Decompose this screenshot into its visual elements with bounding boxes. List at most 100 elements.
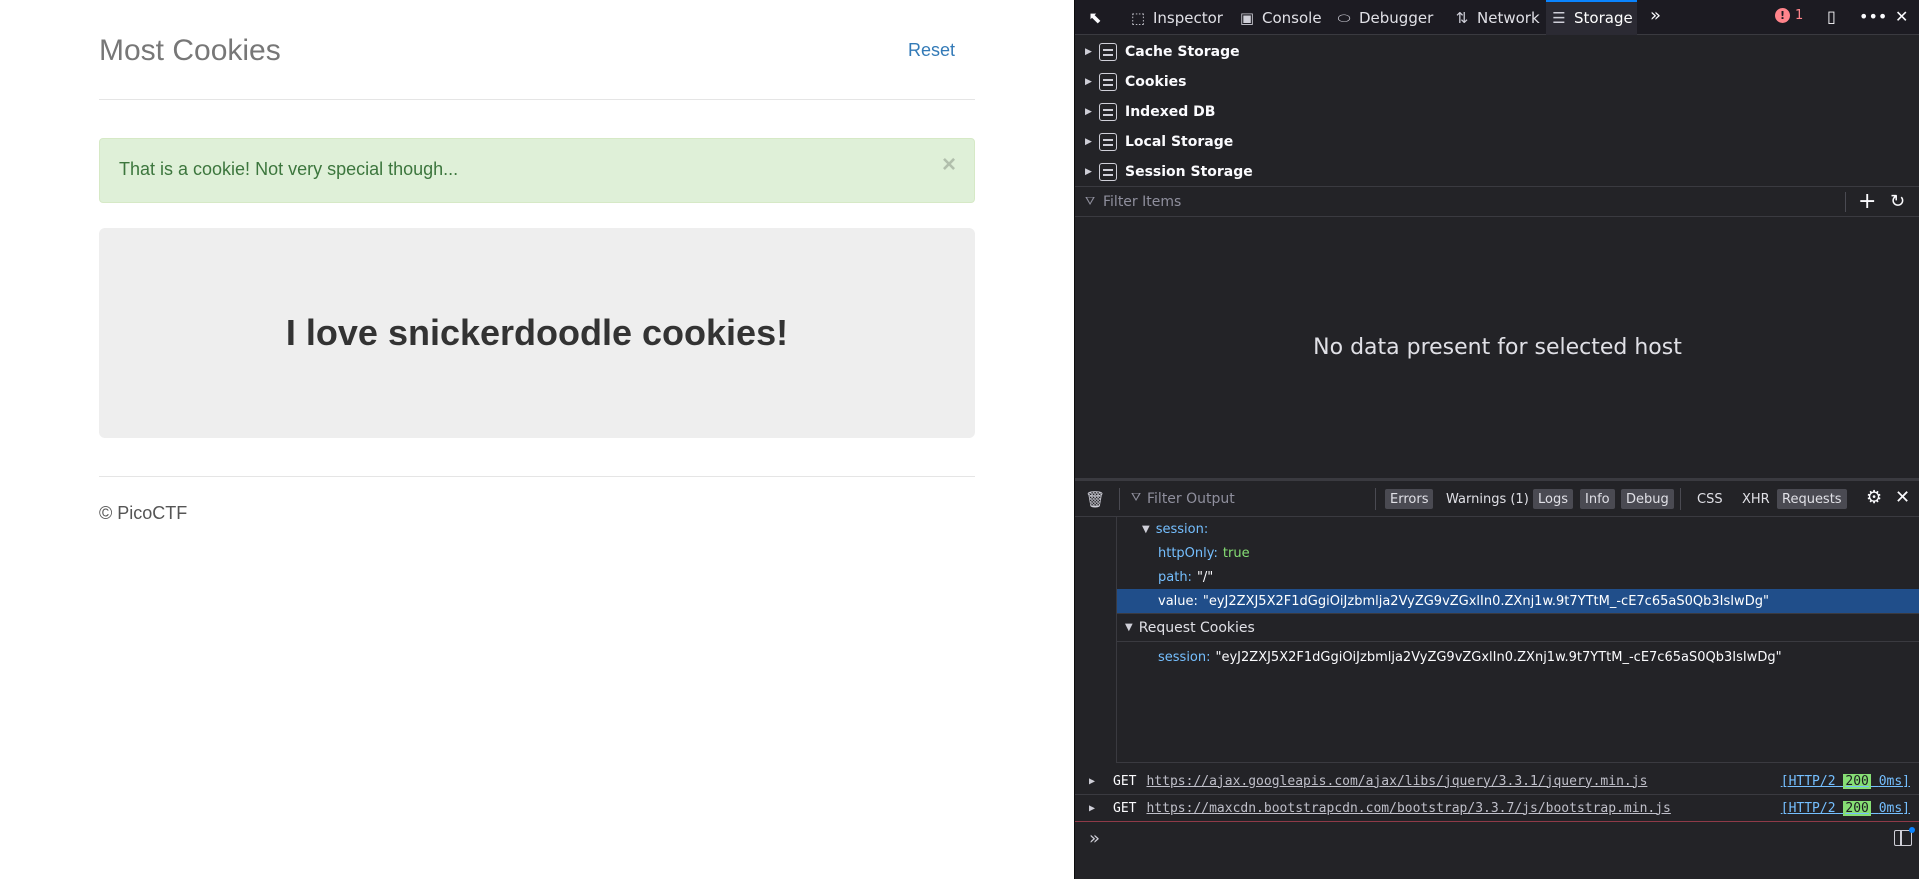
tree-item-indexed-db[interactable]: ▶ Indexed DB xyxy=(1075,97,1215,127)
close-icon[interactable]: × xyxy=(942,153,956,177)
trash-icon[interactable]: 🗑 xyxy=(1085,490,1105,509)
console-icon: ▣ xyxy=(1239,8,1255,27)
network-request-row[interactable]: ▶ GET https://maxcdn.bootstrapcdn.com/bo… xyxy=(1075,795,1919,822)
chip-requests[interactable]: Requests xyxy=(1777,489,1847,509)
tree-item-cache-storage[interactable]: ▶ Cache Storage xyxy=(1075,37,1240,67)
request-url[interactable]: https://maxcdn.bootstrapcdn.com/bootstra… xyxy=(1146,801,1670,816)
tab-network[interactable]: ⇅ Network xyxy=(1449,0,1544,35)
storage-icon: ☰ xyxy=(1552,8,1566,27)
tree-item-cookies[interactable]: ▶ Cookies xyxy=(1075,67,1186,97)
section-label: Request Cookies xyxy=(1138,619,1255,636)
request-meta[interactable]: [HTTP/2 200 0ms] xyxy=(1780,773,1910,789)
close-devtools-icon[interactable]: ✕ xyxy=(1895,7,1908,26)
devtools-panel: ⬉ ⬚ Inspector ▣ Console ⬭ Debugger ⇅ Net… xyxy=(1074,0,1919,879)
jumbotron: I love snickerdoodle cookies! xyxy=(99,228,975,438)
cookie-path-row[interactable]: path: "/" xyxy=(1117,565,1919,589)
page-header: Most Cookies Reset xyxy=(99,30,975,100)
cookie-value: "/" xyxy=(1196,569,1214,585)
request-protocol: [HTTP/2 xyxy=(1780,773,1836,789)
storage-filter-bar: ⛛ + ↻ xyxy=(1075,186,1919,217)
cookie-value: true xyxy=(1222,545,1250,561)
filter-icon: ⛛ xyxy=(1131,490,1142,504)
tree-item-session-storage[interactable]: ▶ Session Storage xyxy=(1075,157,1253,187)
expand-icon: ▶ xyxy=(1085,47,1092,57)
chip-css[interactable]: CSS xyxy=(1692,489,1728,509)
expand-icon: ▶ xyxy=(1085,167,1092,177)
divider xyxy=(1845,192,1846,212)
close-split-console-icon[interactable]: ✕ xyxy=(1895,487,1910,508)
element-picker-icon[interactable]: ⬉ xyxy=(1085,8,1105,28)
tree-item-label: Indexed DB xyxy=(1125,104,1216,120)
responsive-mode-icon[interactable]: ▯ xyxy=(1827,7,1836,26)
storage-db-icon xyxy=(1099,103,1117,121)
more-tabs-icon[interactable]: » xyxy=(1650,5,1661,26)
tab-console[interactable]: ▣ Console xyxy=(1234,0,1326,35)
expand-icon: ▶ xyxy=(1085,137,1092,147)
tree-item-label: Cache Storage xyxy=(1125,44,1240,60)
chip-errors[interactable]: Errors xyxy=(1385,489,1434,509)
network-request-row[interactable]: ▶ GET https://ajax.googleapis.com/ajax/l… xyxy=(1075,768,1919,795)
cookie-value-row[interactable]: value: "eyJ2ZXJ5X2F1dGgiOiJzbmlja2VyZG9v… xyxy=(1117,589,1919,613)
request-details-panel: ▼ session: httpOnly: true path: "/" valu… xyxy=(1116,517,1919,763)
chip-info[interactable]: Info xyxy=(1580,489,1615,509)
chip-debug[interactable]: Debug xyxy=(1621,489,1674,509)
console-toolbar: 🗑 ⛛ Errors Warnings (1) Logs Info Debug … xyxy=(1075,478,1919,517)
tab-storage[interactable]: ☰ Storage xyxy=(1546,0,1637,35)
chevron-right-icon: » xyxy=(1089,828,1101,849)
tree-item-label: Session Storage xyxy=(1125,164,1253,180)
divider xyxy=(1375,488,1376,510)
expand-icon[interactable]: ▶ xyxy=(1089,776,1101,787)
cookie-key: value: xyxy=(1158,593,1198,609)
tab-inspector[interactable]: ⬚ Inspector xyxy=(1125,0,1227,35)
chip-xhr[interactable]: XHR xyxy=(1737,489,1775,509)
chip-warnings[interactable]: Warnings (1) xyxy=(1441,489,1534,509)
cookie-value: "eyJ2ZXJ5X2F1dGgiOiJzbmlja2VyZG9vZGxlIn0… xyxy=(1202,593,1769,609)
request-cookie-row[interactable]: session: "eyJ2ZXJ5X2F1dGgiOiJzbmlja2VyZG… xyxy=(1117,645,1919,669)
filter-icon: ⛛ xyxy=(1085,194,1096,208)
request-time: 0ms] xyxy=(1878,773,1910,789)
cookie-key: session: xyxy=(1158,649,1211,665)
collapse-icon: ▼ xyxy=(1142,523,1150,535)
tab-label: Network xyxy=(1477,8,1540,27)
error-count-badge[interactable]: ! 1 xyxy=(1775,8,1803,23)
cookie-session-row[interactable]: ▼ session: xyxy=(1117,517,1919,541)
alert-message: That is a cookie! Not very special thoug… xyxy=(119,159,459,179)
refresh-icon[interactable]: ↻ xyxy=(1890,189,1905,215)
expand-icon: ▶ xyxy=(1085,107,1092,117)
success-alert: That is a cookie! Not very special thoug… xyxy=(99,138,975,203)
expand-icon[interactable]: ▶ xyxy=(1089,803,1101,814)
storage-tree: ▶ Cache Storage ▶ Cookies ▶ Indexed DB ▶… xyxy=(1075,35,1919,185)
cookie-key: path: xyxy=(1158,569,1192,585)
error-count: 1 xyxy=(1795,8,1804,23)
add-item-icon[interactable]: + xyxy=(1858,189,1876,215)
request-cookies-header[interactable]: ▼ Request Cookies xyxy=(1117,613,1919,642)
storage-db-icon xyxy=(1099,133,1117,151)
storage-db-icon xyxy=(1099,163,1117,181)
filter-items-input[interactable] xyxy=(1103,191,1663,213)
more-options-icon[interactable]: ••• xyxy=(1859,7,1887,26)
expand-icon: ▶ xyxy=(1085,77,1092,87)
network-icon: ⇅ xyxy=(1455,8,1469,27)
cookie-key: httpOnly: xyxy=(1158,545,1218,561)
cookie-httponly-row[interactable]: httpOnly: true xyxy=(1117,541,1919,565)
reset-link[interactable]: Reset xyxy=(908,40,955,61)
tab-label: Storage xyxy=(1574,8,1633,27)
tab-label: Console xyxy=(1262,8,1322,27)
no-data-message: No data present for selected host xyxy=(1313,334,1682,360)
tree-item-label: Cookies xyxy=(1125,74,1187,90)
split-view-icon[interactable] xyxy=(1894,827,1915,846)
storage-db-icon xyxy=(1099,73,1117,91)
error-icon: ! xyxy=(1775,8,1790,23)
request-meta[interactable]: [HTTP/2 200 0ms] xyxy=(1781,800,1910,816)
request-url[interactable]: https://ajax.googleapis.com/ajax/libs/jq… xyxy=(1146,774,1647,789)
devtools-toolbar: ⬉ ⬚ Inspector ▣ Console ⬭ Debugger ⇅ Net… xyxy=(1075,0,1919,35)
console-input[interactable]: » xyxy=(1075,822,1919,879)
tree-item-local-storage[interactable]: ▶ Local Storage xyxy=(1075,127,1233,157)
console-settings-icon[interactable]: ⚙ xyxy=(1866,487,1882,508)
tab-debugger[interactable]: ⬭ Debugger xyxy=(1331,0,1437,35)
chip-logs[interactable]: Logs xyxy=(1533,489,1573,509)
tab-label: Inspector xyxy=(1153,8,1223,27)
debugger-icon: ⬭ xyxy=(1337,8,1351,27)
notification-dot xyxy=(1909,827,1915,833)
footer: © PicoCTF xyxy=(99,503,188,523)
